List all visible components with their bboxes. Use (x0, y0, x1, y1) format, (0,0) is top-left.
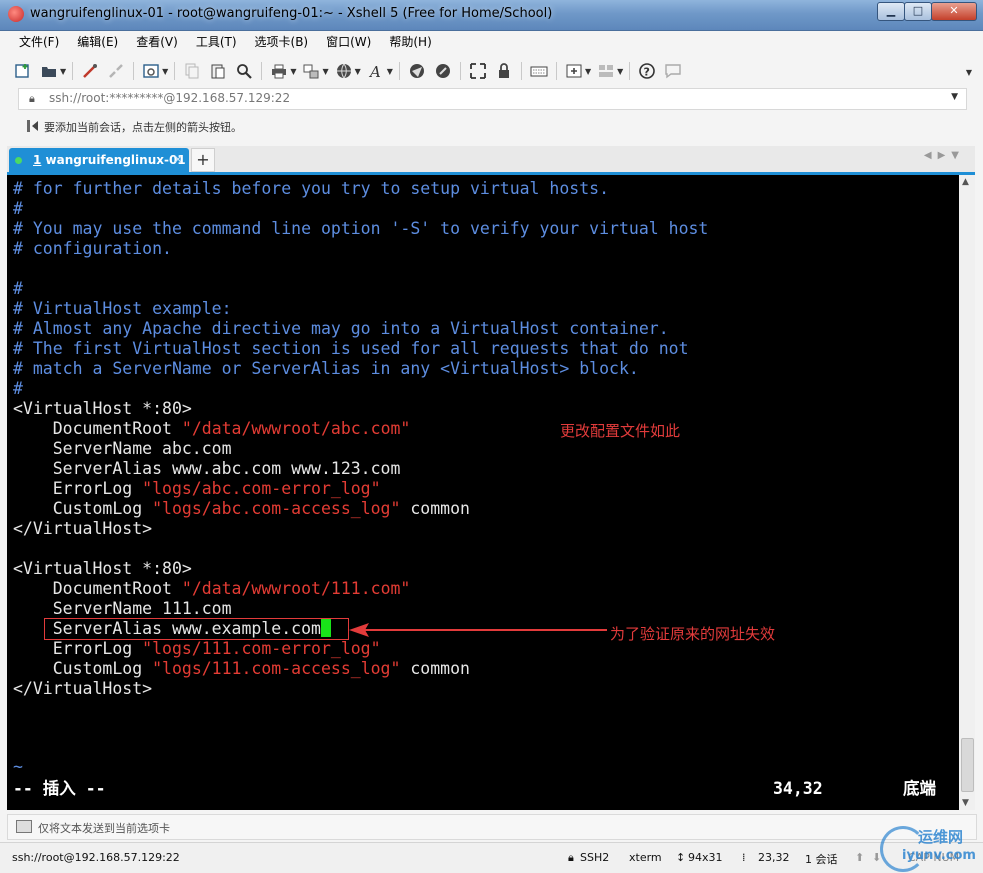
chevron-down-icon[interactable]: ▼ (617, 67, 623, 76)
scroll-thumb[interactable] (961, 738, 974, 792)
scroll-down-icon[interactable]: ▼ (962, 798, 969, 808)
status-sessions: 1 会话 (805, 853, 838, 866)
toolbar-separator (133, 62, 135, 80)
menu-tools[interactable]: 工具(T) (187, 31, 246, 53)
chevron-down-icon[interactable]: ▼ (387, 67, 393, 76)
globe-icon[interactable] (334, 61, 354, 81)
tab-close-icon[interactable]: × (173, 152, 183, 166)
terminal[interactable]: # for further details before you try to … (7, 175, 959, 810)
hint-text: 要添加当前会话，点击左侧的箭头按钮。 (44, 121, 242, 134)
copy-icon[interactable] (182, 61, 202, 81)
script-icon[interactable] (433, 61, 453, 81)
status-terminal-type: xterm (629, 851, 662, 864)
chevron-down-icon[interactable]: ▼ (966, 68, 972, 77)
chevron-down-icon[interactable]: ▼ (355, 67, 361, 76)
chevron-down-icon[interactable]: ▼ (290, 67, 296, 76)
chat-icon[interactable] (663, 61, 683, 81)
cursor-icon: ⁞ (742, 851, 746, 864)
chevron-down-icon[interactable]: ▼ (585, 67, 591, 76)
menu-edit[interactable]: 编辑(E) (68, 31, 127, 53)
arrow-icon[interactable] (26, 119, 40, 136)
annotation-arrow (349, 623, 607, 637)
terminal-scrollbar[interactable]: ▲ ▼ (959, 175, 975, 810)
status-cursor: 23,32 (758, 851, 790, 864)
menu-window[interactable]: 窗口(W) (317, 31, 380, 53)
chevron-down-icon[interactable]: ▼ (322, 67, 328, 76)
address-bar[interactable]: 🔒︎ ssh://root:*********@192.168.57.129:2… (18, 88, 967, 110)
menu-help[interactable]: 帮助(H) (380, 31, 440, 53)
address-input[interactable]: ssh://root:*********@192.168.57.129:22 (49, 91, 290, 105)
open-folder-icon[interactable] (39, 61, 59, 81)
menu-view[interactable]: 查看(V) (127, 31, 187, 53)
print-icon[interactable] (269, 61, 289, 81)
menu-file[interactable]: 文件(F) (10, 31, 68, 53)
new-tab-icon[interactable] (564, 61, 584, 81)
lock-icon[interactable] (494, 61, 514, 81)
menu-bar: 文件(F) 编辑(E) 查看(V) 工具(T) 选项卡(B) 窗口(W) 帮助(… (10, 31, 441, 53)
maximize-button[interactable]: □ (904, 2, 932, 21)
toolbar-separator (459, 62, 461, 80)
chevron-down-icon[interactable]: ▼ (951, 92, 958, 102)
connect-icon[interactable] (80, 61, 100, 81)
font-icon[interactable]: A (366, 61, 386, 81)
resize-icon: ↕ (676, 851, 686, 864)
toolbar-separator (520, 62, 522, 80)
compose-bar[interactable]: 仅将文本发送到当前选项卡 (7, 814, 977, 840)
watermark-logo: 运维网 iyunv.com (880, 826, 980, 872)
tab-label: 1 wangruifenglinux-01 (33, 153, 186, 167)
lock-icon: 🔒︎ (29, 92, 35, 105)
tab-navigation[interactable]: ◀▶▼ (924, 150, 965, 161)
connected-status-icon (15, 157, 22, 164)
toolbar-separator (72, 62, 74, 80)
transfer-icon[interactable] (301, 61, 321, 81)
arrow-up-icon: ⬆ (855, 851, 865, 864)
close-button[interactable]: ✕ (931, 2, 977, 21)
chevron-down-icon[interactable]: ▼ (162, 67, 168, 76)
window-title: wangruifenglinux-01 - root@wangruifeng-0… (30, 6, 553, 21)
find-icon[interactable] (234, 61, 254, 81)
annotation-verify-note: 为了验证原来的网址失效 (610, 625, 776, 643)
watermark-cn: 运维网 (918, 828, 964, 846)
window-controls: ▁ □ ✕ (877, 2, 977, 21)
tab-strip: 1 wangruifenglinux-01 × + ◀▶▼ (7, 146, 975, 175)
disconnect-icon[interactable] (106, 61, 126, 81)
toolbar-separator (555, 62, 557, 80)
toolbar-separator (174, 62, 176, 80)
minimize-button[interactable]: ▁ (877, 2, 905, 21)
status-protocol: SSH2 (580, 851, 610, 864)
watermark-en: iyunv.com (902, 848, 976, 863)
title-bar[interactable]: wangruifenglinux-01 - root@wangruifeng-0… (0, 0, 983, 31)
toolbar-separator (261, 62, 263, 80)
toolbar-separator (398, 62, 400, 80)
status-connection: ssh://root@192.168.57.129:22 (12, 851, 180, 864)
help-icon[interactable]: ? (637, 61, 657, 81)
lock-icon: 🔒︎ (568, 851, 574, 864)
toolbar: ▼ ▼ ▼ ▼ ▼ A ▼ ▼ ▼ ? ▼ (10, 58, 972, 84)
toolbar-separator (629, 62, 631, 80)
new-session-icon[interactable] (13, 61, 33, 81)
hint-bar: 要添加当前会话，点击左侧的箭头按钮。 (10, 114, 970, 138)
scroll-up-icon[interactable]: ▲ (962, 177, 969, 187)
fullscreen-icon[interactable] (468, 61, 488, 81)
xshell-app-icon[interactable] (8, 6, 24, 22)
svg-text:A: A (368, 63, 381, 80)
chevron-down-icon[interactable]: ▼ (60, 67, 66, 76)
menu-tabs[interactable]: 选项卡(B) (246, 31, 318, 53)
status-bar: ssh://root@192.168.57.129:22 🔒︎ SSH2 xte… (0, 842, 983, 873)
compose-icon[interactable] (16, 820, 32, 833)
paste-icon[interactable] (208, 61, 228, 81)
add-tab-button[interactable]: + (191, 148, 215, 172)
status-size: 94x31 (688, 851, 723, 864)
tab-session[interactable]: 1 wangruifenglinux-01 × (9, 148, 189, 172)
compose-placeholder: 仅将文本发送到当前选项卡 (38, 822, 170, 835)
layout-icon[interactable] (596, 61, 616, 81)
xftp-icon[interactable] (407, 61, 427, 81)
svg-text:?: ? (644, 66, 650, 79)
session-settings-icon[interactable] (141, 61, 161, 81)
keyboard-icon[interactable] (529, 61, 549, 81)
